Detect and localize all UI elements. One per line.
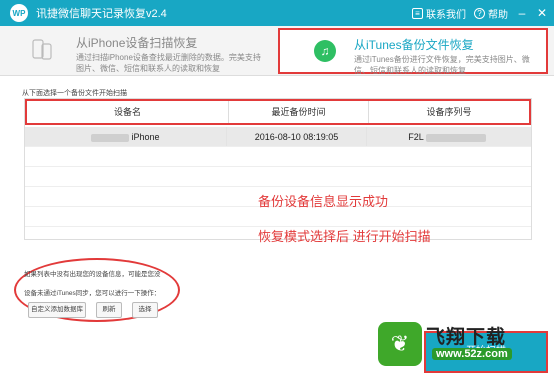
table-header: 设备名 最近备份时间 设备序列号 xyxy=(25,99,531,125)
close-button[interactable]: ✕ xyxy=(536,6,548,20)
minimize-button[interactable]: – xyxy=(516,6,528,20)
recovery-mode-selector: 从iPhone设备扫描恢复 通过扫描iPhone设备查找最近删除的数据。完美支持… xyxy=(0,26,554,76)
table-row-empty xyxy=(25,147,531,167)
contact-us-link[interactable]: ≡ 联系我们 xyxy=(412,6,466,21)
itunes-backup-mode[interactable]: ♫ 从iTunes备份文件恢复 通过iTunes备份进行文件恢复，完美支持图片、… xyxy=(278,28,548,75)
custom-add-database-button[interactable]: 自定义添加数据库 xyxy=(28,302,86,318)
iphone-mode-title: 从iPhone设备扫描恢复 xyxy=(76,36,198,50)
table-row[interactable]: iPhone 2016-08-10 08:19:05 F2L xyxy=(25,127,531,147)
music-note-icon: ♫ xyxy=(314,40,336,62)
cell-device-name: iPhone xyxy=(25,127,227,146)
cell-serial: F2L xyxy=(367,127,527,146)
table-row-empty xyxy=(25,207,531,227)
contact-us-label: 联系我们 xyxy=(426,9,466,21)
cell-backup-time: 2016-08-10 08:19:05 xyxy=(227,127,367,146)
watermark-url: www.52z.com xyxy=(432,348,512,360)
title-bar-actions: ≡ 联系我们 ? 帮助 – ✕ xyxy=(412,0,548,26)
app-title: 讯捷微信聊天记录恢复v2.4 xyxy=(36,8,167,20)
app-logo: WP xyxy=(10,4,28,22)
header-backup-time: 最近备份时间 xyxy=(229,101,369,123)
header-device-name: 设备名 xyxy=(27,101,229,123)
iphone-device-icon xyxy=(32,39,52,60)
backup-table: 设备名 最近备份时间 设备序列号 iPhone 2016-08-10 08:19… xyxy=(24,98,532,240)
title-bar: WP 讯捷微信聊天记录恢复v2.4 ≡ 联系我们 ? 帮助 – ✕ xyxy=(0,0,554,26)
refresh-button[interactable]: 刷新 xyxy=(96,302,122,318)
table-row-empty xyxy=(25,167,531,187)
backup-select-hint: 从下面选择一个备份文件开始扫描 xyxy=(22,90,127,97)
itunes-mode-title: 从iTunes备份文件恢复 xyxy=(354,38,474,52)
sync-instruction: 设备未通过iTunes同步，您可以进行一下操作： xyxy=(24,290,161,297)
help-icon: ? xyxy=(474,7,485,19)
site-watermark: ❦ 飞翔下载 www.52z.com xyxy=(378,318,548,374)
device-missing-note: 如果列表中没有出现您的设备信息，可能是您没 xyxy=(24,271,161,278)
help-label: 帮助 xyxy=(488,9,508,21)
leaf-logo-icon: ❦ xyxy=(378,322,422,366)
watermark-text: 飞翔下载 xyxy=(426,327,507,348)
chat-icon: ≡ xyxy=(412,7,423,19)
select-button[interactable]: 选择 xyxy=(132,302,158,318)
header-serial: 设备序列号 xyxy=(426,107,472,117)
help-link[interactable]: ? 帮助 xyxy=(474,6,508,21)
itunes-mode-desc: 通过iTunes备份进行文件恢复，完美支持图片、微信、短信和联系人的读取和恢复 xyxy=(354,55,530,75)
redacted-mask xyxy=(91,133,130,142)
redacted-mask xyxy=(425,133,486,142)
iphone-scan-mode[interactable]: 从iPhone设备扫描恢复 通过扫描iPhone设备查找最近删除的数据。完美支持… xyxy=(0,26,277,76)
annotation-start-scan: 恢复模式选择后 进行开始扫描 xyxy=(258,229,431,244)
annotation-backup-success: 备份设备信息显示成功 xyxy=(258,194,389,209)
iphone-mode-desc: 通过扫描iPhone设备查找最近删除的数据。完美支持图片、微信、短信和联系人的读… xyxy=(76,53,261,73)
